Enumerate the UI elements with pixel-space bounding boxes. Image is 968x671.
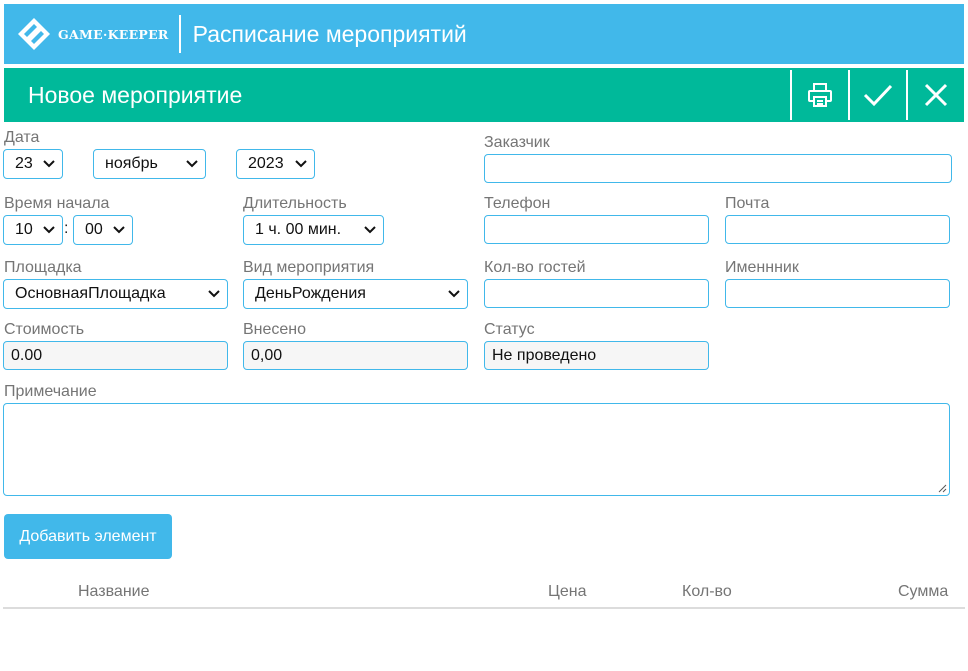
status-value: Не проведено <box>492 346 597 364</box>
chevron-down-icon <box>295 160 307 168</box>
header-divider <box>178 15 181 53</box>
chevron-down-icon <box>208 290 220 298</box>
customer-label: Заказчик <box>484 134 550 151</box>
day-value: 23 <box>15 155 33 172</box>
add-element-button[interactable]: Добавить элемент <box>4 514 172 559</box>
venue-select[interactable]: ОсновнаяПлощадка <box>3 279 228 309</box>
month-value: ноябрь <box>105 155 158 172</box>
page-title: Расписание мероприятий <box>192 20 467 47</box>
game-keeper-logo-icon <box>18 18 50 50</box>
close-button[interactable] <box>906 70 964 120</box>
day-select[interactable]: 23 <box>3 149 63 179</box>
chevron-down-icon <box>448 290 460 298</box>
hour-select[interactable]: 10 <box>3 215 63 245</box>
event-type-value: ДеньРождения <box>255 285 366 302</box>
duration-select[interactable]: 1 ч. 00 мин. <box>243 215 384 245</box>
hour-value: 10 <box>15 221 33 238</box>
time-separator: : <box>64 220 69 237</box>
column-header-sum: Сумма <box>898 583 949 600</box>
cost-value: 0.00 <box>11 346 43 364</box>
logo-text: GAME·KEEPER <box>58 26 169 42</box>
email-input[interactable] <box>725 215 950 244</box>
phone-label: Телефон <box>484 195 551 212</box>
event-type-label: Вид мероприятия <box>243 259 375 276</box>
birthday-person-input[interactable] <box>725 279 950 308</box>
app-header: GAME·KEEPER Расписание мероприятий <box>4 4 964 64</box>
status-label: Статус <box>484 321 535 338</box>
chevron-down-icon <box>113 226 125 234</box>
save-button[interactable] <box>848 70 906 120</box>
chevron-down-icon <box>186 160 198 168</box>
column-header-price: Цена <box>548 583 587 600</box>
close-icon <box>924 83 948 107</box>
printer-icon <box>808 83 832 107</box>
print-button[interactable] <box>790 70 848 120</box>
paid-value: 0,00 <box>251 346 283 364</box>
minute-select[interactable]: 00 <box>73 215 133 245</box>
table-header-divider <box>3 607 965 609</box>
column-header-name: Название <box>78 583 150 600</box>
duration-label: Длительность <box>243 195 347 212</box>
year-value: 2023 <box>248 155 284 172</box>
note-label: Примечание <box>4 383 97 400</box>
month-select[interactable]: ноябрь <box>93 149 206 179</box>
year-select[interactable]: 2023 <box>236 149 315 179</box>
resize-handle-icon[interactable] <box>937 483 947 493</box>
birthday-person-label: Именнник <box>725 259 799 276</box>
column-header-quantity: Кол-во <box>682 583 732 600</box>
start-time-label: Время начала <box>4 195 110 212</box>
check-icon <box>863 84 893 107</box>
paid-input[interactable]: 0,00 <box>243 341 468 370</box>
form-title: Новое мероприятие <box>28 81 243 108</box>
date-label: Дата <box>4 129 40 146</box>
duration-value: 1 ч. 00 мин. <box>255 221 342 238</box>
chevron-down-icon <box>43 226 55 234</box>
guests-label: Кол-во гостей <box>484 259 586 276</box>
cost-input[interactable]: 0.00 <box>3 341 228 370</box>
cost-label: Стоимость <box>4 321 85 338</box>
guests-input[interactable] <box>484 279 709 308</box>
paid-label: Внесено <box>243 321 307 338</box>
event-type-select[interactable]: ДеньРождения <box>243 279 468 309</box>
minute-value: 00 <box>85 221 103 238</box>
status-input[interactable]: Не проведено <box>484 341 709 370</box>
note-textarea[interactable] <box>3 403 950 496</box>
app-logo[interactable]: GAME·KEEPER <box>16 16 169 52</box>
venue-value: ОсновнаяПлощадка <box>15 285 166 302</box>
venue-label: Площадка <box>4 259 82 276</box>
email-label: Почта <box>725 195 770 212</box>
chevron-down-icon <box>364 226 376 234</box>
chevron-down-icon <box>43 160 55 168</box>
form-toolbar: Новое мероприятие <box>4 68 964 122</box>
phone-input[interactable] <box>484 215 709 244</box>
customer-input[interactable] <box>484 154 952 183</box>
